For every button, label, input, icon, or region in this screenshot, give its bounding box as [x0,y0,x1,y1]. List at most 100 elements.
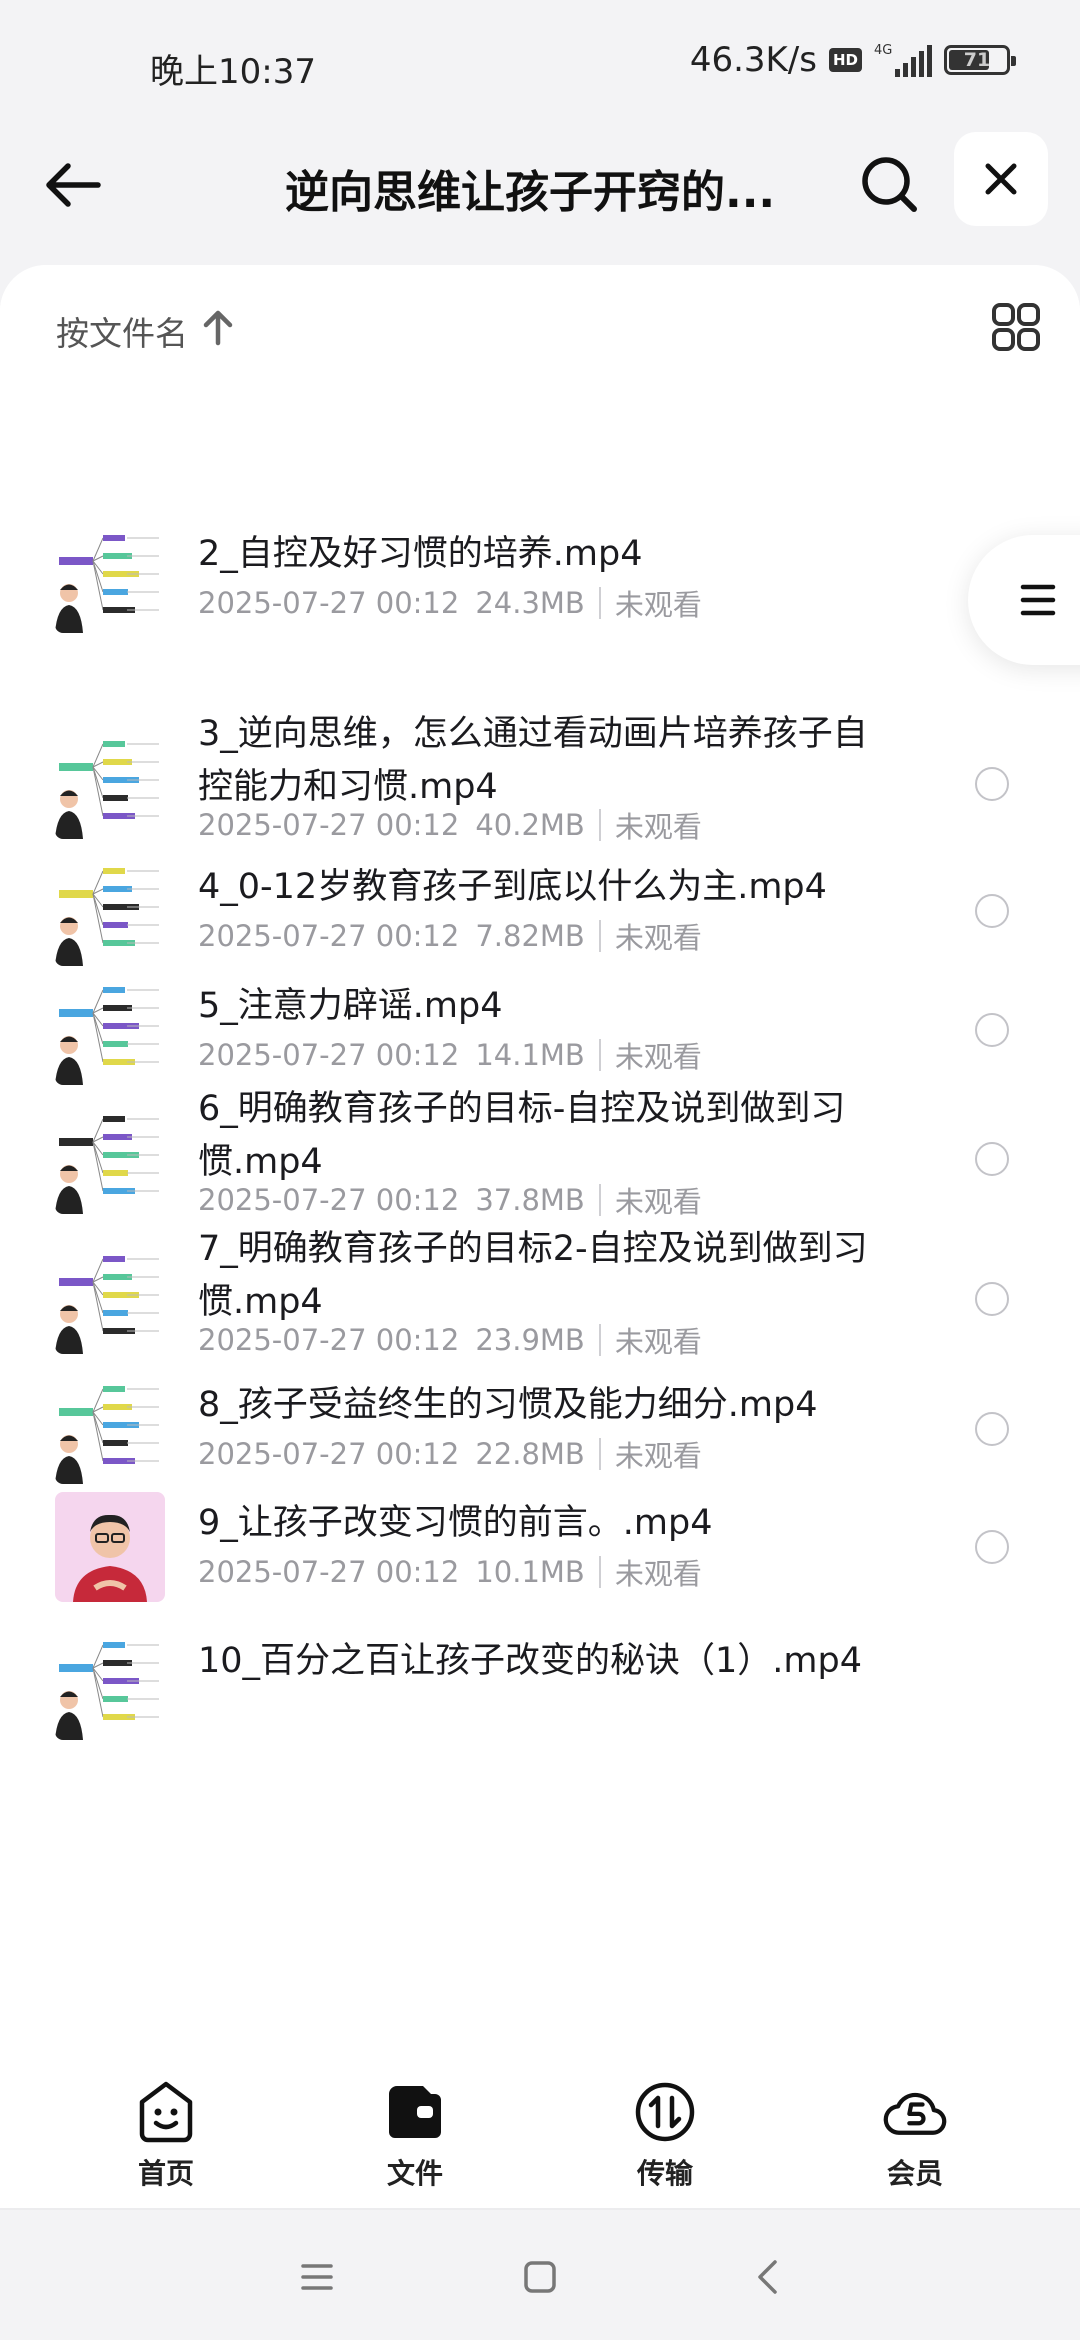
file-list-panel: 按文件名 1_课程前言.mp42025-07-27 00:1220.9MB未观看… [0,265,1080,2060]
file-meta: 2025-07-27 00:12 37.8MB 未观看 [198,1179,702,1221]
select-radio[interactable] [975,1412,1009,1446]
watch-status: 未观看 [614,1040,702,1074]
video-thumbnail [55,1244,165,1354]
file-meta: 2025-07-27 00:12 40.2MB 未观看 [198,804,702,846]
file-name: 10_百分之百让孩子改变的秘诀（1）.mp4 [198,1641,863,1681]
sort-by-name-button[interactable]: 按文件名 [56,307,188,355]
file-meta: 2025-07-27 00:12 24.3MB 未观看 [198,582,702,624]
meta-divider [598,1556,601,1588]
file-name: 5_注意力辟谣.mp4 [198,986,503,1026]
home-button[interactable] [515,2252,565,2302]
nav-transfer[interactable]: 传输 [605,2080,725,2192]
file-date: 2025-07-27 00:12 [198,919,460,953]
watch-status: 未观看 [614,1439,702,1473]
file-meta: 2025-07-27 00:12 10.1MB 未观看 [198,1551,702,1593]
file-date: 2025-07-27 00:12 [198,808,460,842]
screen: 晚上10:37 46.3K/s HD 4G 71 逆向思维让孩子开窍的... 按… [0,0,1080,2340]
select-radio[interactable] [975,1013,1009,1047]
hd-badge: HD [828,48,862,72]
status-bar: 晚上10:37 46.3K/s HD 4G 71 [0,0,1080,130]
file-name: 3_逆向思维，怎么通过看动画片培养孩子自控能力和习惯.mp4 [198,714,868,807]
system-back-button[interactable] [742,2252,792,2302]
meta-divider [598,587,601,619]
file-meta: 2025-07-27 00:12 14.1MB 未观看 [198,1034,702,1076]
file-name: 6_明确教育孩子的目标-自控及说到做到习惯.mp4 [198,1089,846,1182]
file-size: 22.8MB [475,1437,585,1471]
network-speed: 46.3K/s [689,40,817,80]
arrow-up-icon[interactable] [200,307,236,347]
video-thumbnail [55,856,165,966]
video-thumbnail [55,729,165,839]
select-radio[interactable] [975,1530,1009,1564]
wallet-folder-icon [383,2080,447,2144]
nav-home[interactable]: 首页 [106,2080,226,2192]
watch-status: 未观看 [614,810,702,844]
meta-divider [598,809,601,841]
vip-cloud-icon [883,2080,947,2144]
chevron-left-icon [758,2260,777,2294]
smile-face-icon [134,2080,198,2144]
meta-divider [598,1324,601,1356]
bottom-nav: 首页 文件 传输 会员 [0,2060,1080,2210]
select-radio[interactable] [975,767,1009,801]
grid-view-icon[interactable] [988,299,1044,355]
search-icon [862,157,917,212]
file-size: 23.9MB [475,1323,585,1357]
meta-divider [598,920,601,952]
select-radio[interactable] [975,1142,1009,1176]
battery-icon: 71 [944,45,1016,75]
select-radio[interactable] [975,894,1009,928]
close-button[interactable] [954,132,1048,226]
watch-status: 未观看 [614,1325,702,1359]
video-thumbnail [55,1630,165,1740]
nav-label: 首页 [137,2157,194,2190]
meta-divider [598,1039,601,1071]
transfer-icon [633,2080,697,2144]
search-button[interactable] [855,150,925,220]
file-date: 2025-07-27 00:12 [198,1183,460,1217]
file-size: 40.2MB [475,808,585,842]
file-date: 2025-07-27 00:12 [198,1323,460,1357]
video-thumbnail [55,1492,165,1602]
recent-apps-button[interactable] [292,2252,342,2302]
nav-label: 会员 [886,2157,943,2190]
file-date: 2025-07-27 00:12 [198,1555,460,1589]
nav-label: 文件 [386,2157,443,2190]
network-type: 4G [874,43,893,58]
signal-icon: 4G [874,43,932,77]
nav-vip[interactable]: 会员 [855,2080,975,2192]
file-name: 2_自控及好习惯的培养.mp4 [198,534,643,574]
file-size: 7.82MB [475,919,585,953]
back-button[interactable] [38,150,108,220]
file-name: 4_0-12岁教育孩子到底以什么为主.mp4 [198,867,827,907]
video-thumbnail [55,523,165,633]
nav-files[interactable]: 文件 [355,2080,475,2192]
watch-status: 未观看 [614,921,702,955]
file-date: 2025-07-27 00:12 [198,1038,460,1072]
watch-status: 未观看 [614,1557,702,1591]
meta-divider [598,1438,601,1470]
file-date: 2025-07-27 00:12 [198,586,460,620]
square-icon [524,2261,556,2293]
status-indicators: 46.3K/s HD 4G 71 [689,40,1016,80]
menu-lines-icon [301,2264,333,2290]
close-icon [985,163,1017,195]
video-thumbnail [55,975,165,1085]
file-size: 14.1MB [475,1038,585,1072]
select-radio[interactable] [975,1282,1009,1316]
video-thumbnail [55,1104,165,1214]
file-meta: 2025-07-27 00:12 23.9MB 未观看 [198,1319,702,1361]
page-title: 逆向思维让孩子开窍的... [285,167,776,218]
system-nav-bar [0,2212,1080,2340]
file-meta: 2025-07-27 00:12 7.82MB 未观看 [198,915,702,957]
file-name: 8_孩子受益终生的习惯及能力细分.mp4 [198,1385,818,1425]
file-date: 2025-07-27 00:12 [198,1437,460,1471]
status-time: 晚上10:37 [150,52,316,92]
meta-divider [598,1184,601,1216]
app-header: 逆向思维让孩子开窍的... [0,130,1080,260]
watch-status: 未观看 [614,588,702,622]
file-size: 24.3MB [475,586,585,620]
file-name: 7_明确教育孩子的目标2-自控及说到做到习惯.mp4 [198,1229,868,1322]
arrow-left-icon [46,163,101,207]
file-size: 10.1MB [475,1555,585,1589]
